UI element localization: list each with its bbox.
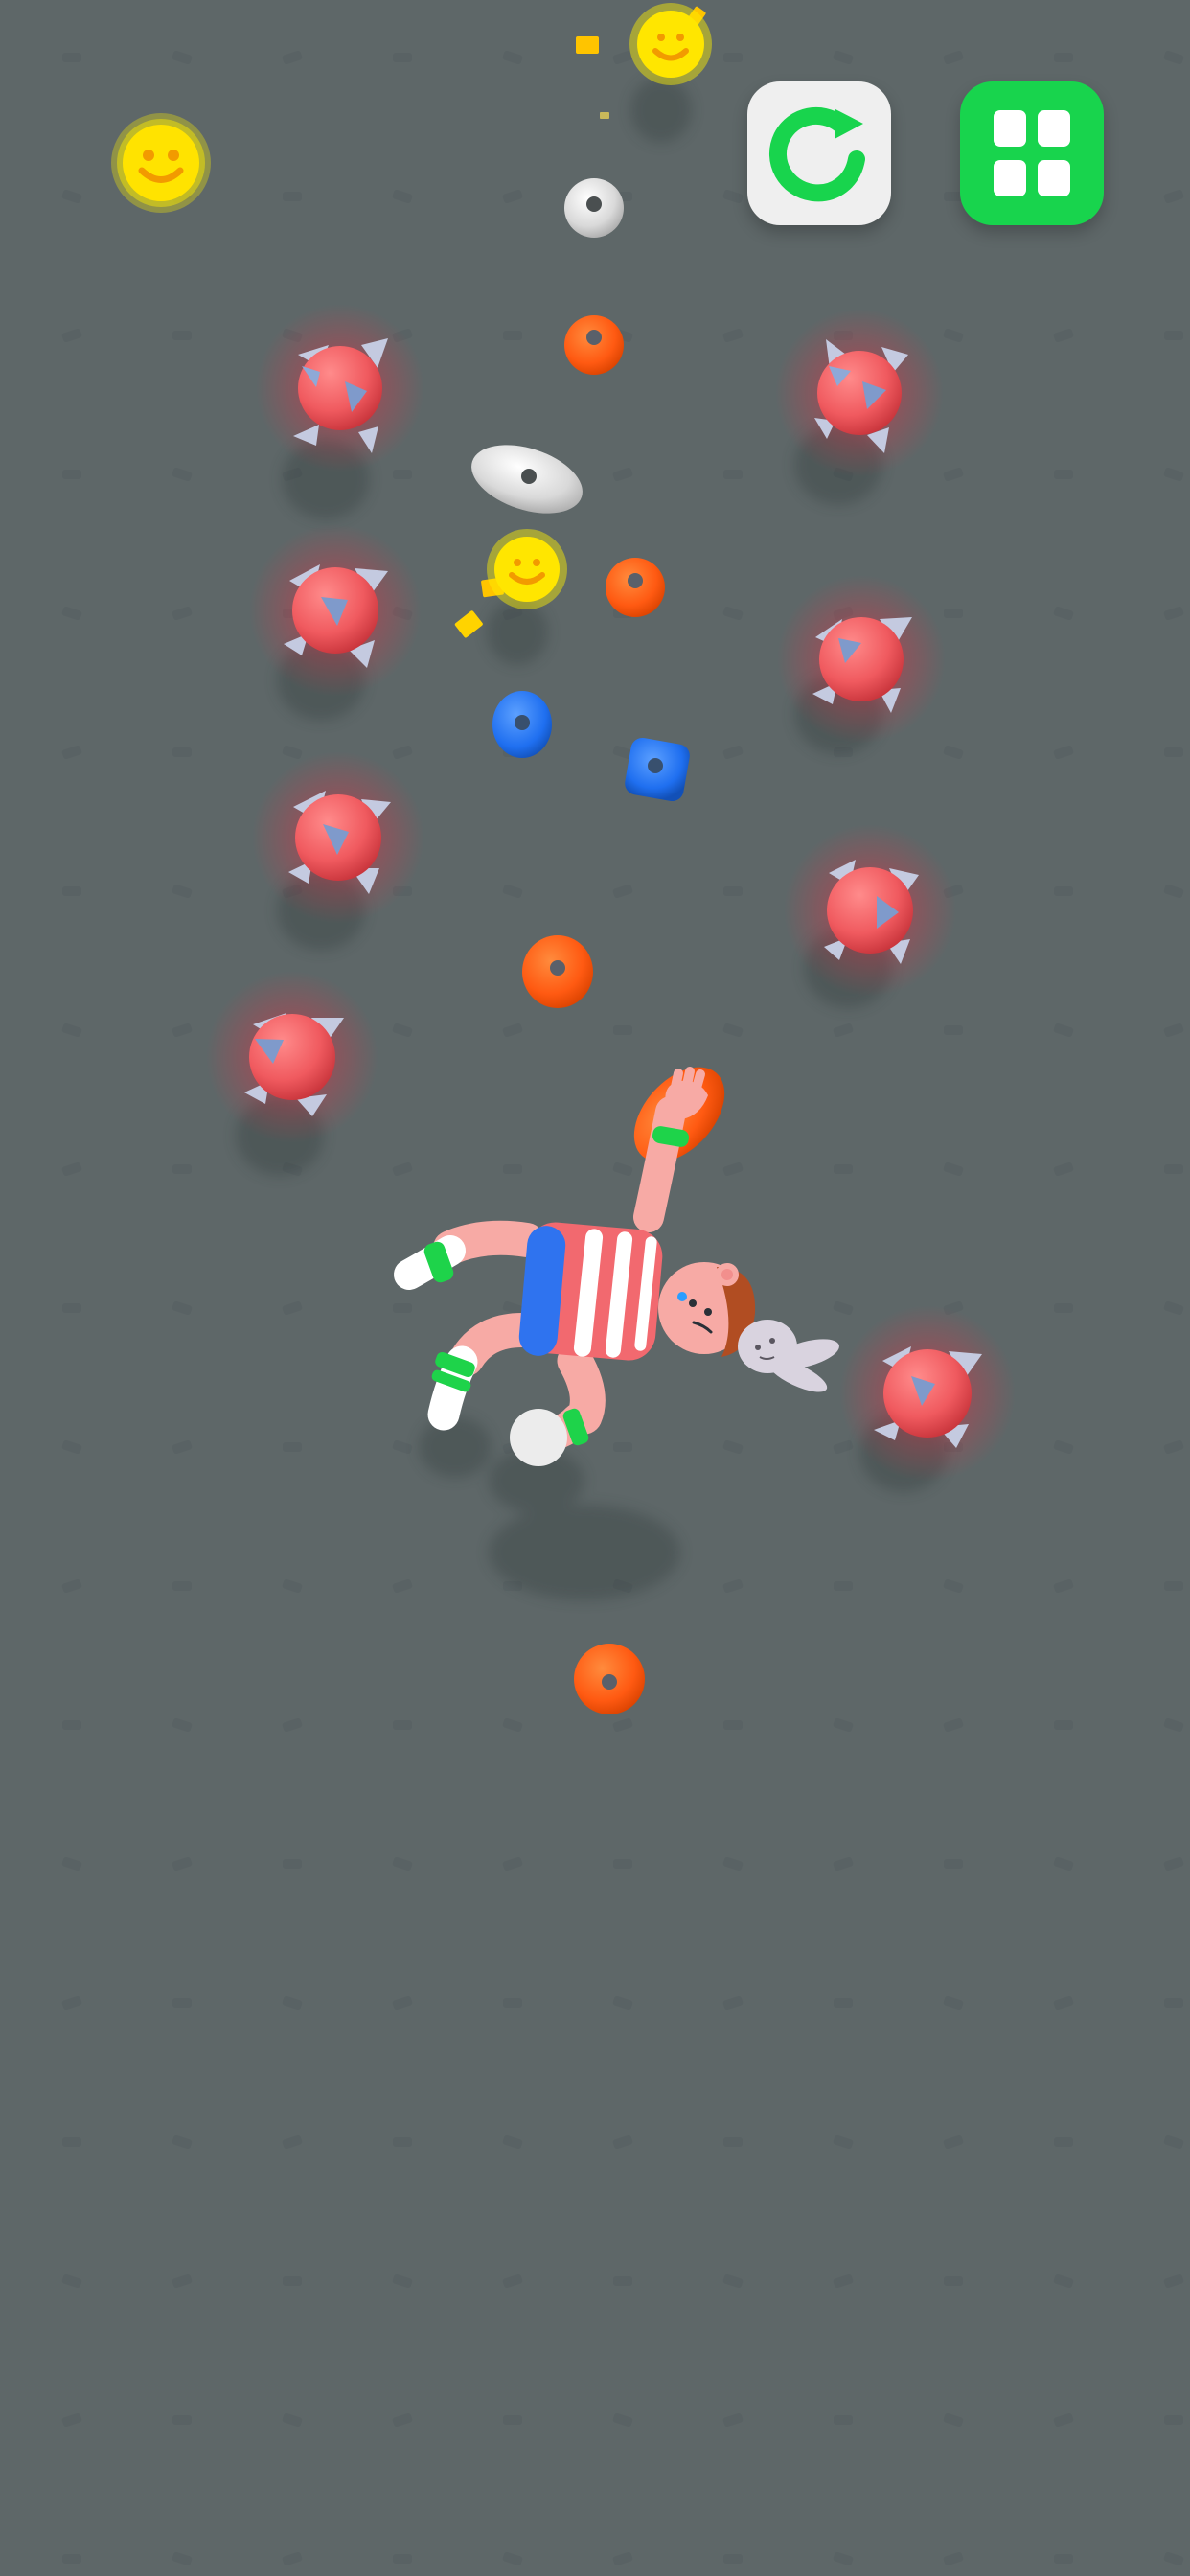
blue-round-hold[interactable] [492,691,552,758]
gray-round-hold[interactable] [564,178,624,238]
spiked-ball-hazard [777,575,946,744]
spiked-ball-hazard [839,1305,1016,1482]
spiked-ball-hazard [252,751,424,924]
game-screen[interactable] [0,0,1190,2576]
bunny-toy-icon [738,1320,839,1392]
orange-round-hold[interactable] [574,1644,645,1714]
spiked-ball-hazard [784,824,956,997]
smiley-coin[interactable] [487,529,567,610]
level-scene[interactable] [0,0,1190,2576]
spiked-ball-hazard [249,524,422,697]
spiked-ball-hazard [206,971,378,1143]
orange-round-hold[interactable] [606,558,665,617]
spark-particle [576,36,599,54]
spiked-ball-hazard [256,304,424,472]
orange-round-hold[interactable] [522,935,593,1008]
spark-particle [454,610,483,638]
orange-round-hold[interactable] [564,315,624,375]
blue-square-hold[interactable] [623,736,691,803]
spark-particle [600,112,609,119]
gray-pill-hold[interactable] [463,432,591,526]
smiley-coin[interactable] [629,3,712,85]
spiked-ball-hazard [775,309,944,477]
